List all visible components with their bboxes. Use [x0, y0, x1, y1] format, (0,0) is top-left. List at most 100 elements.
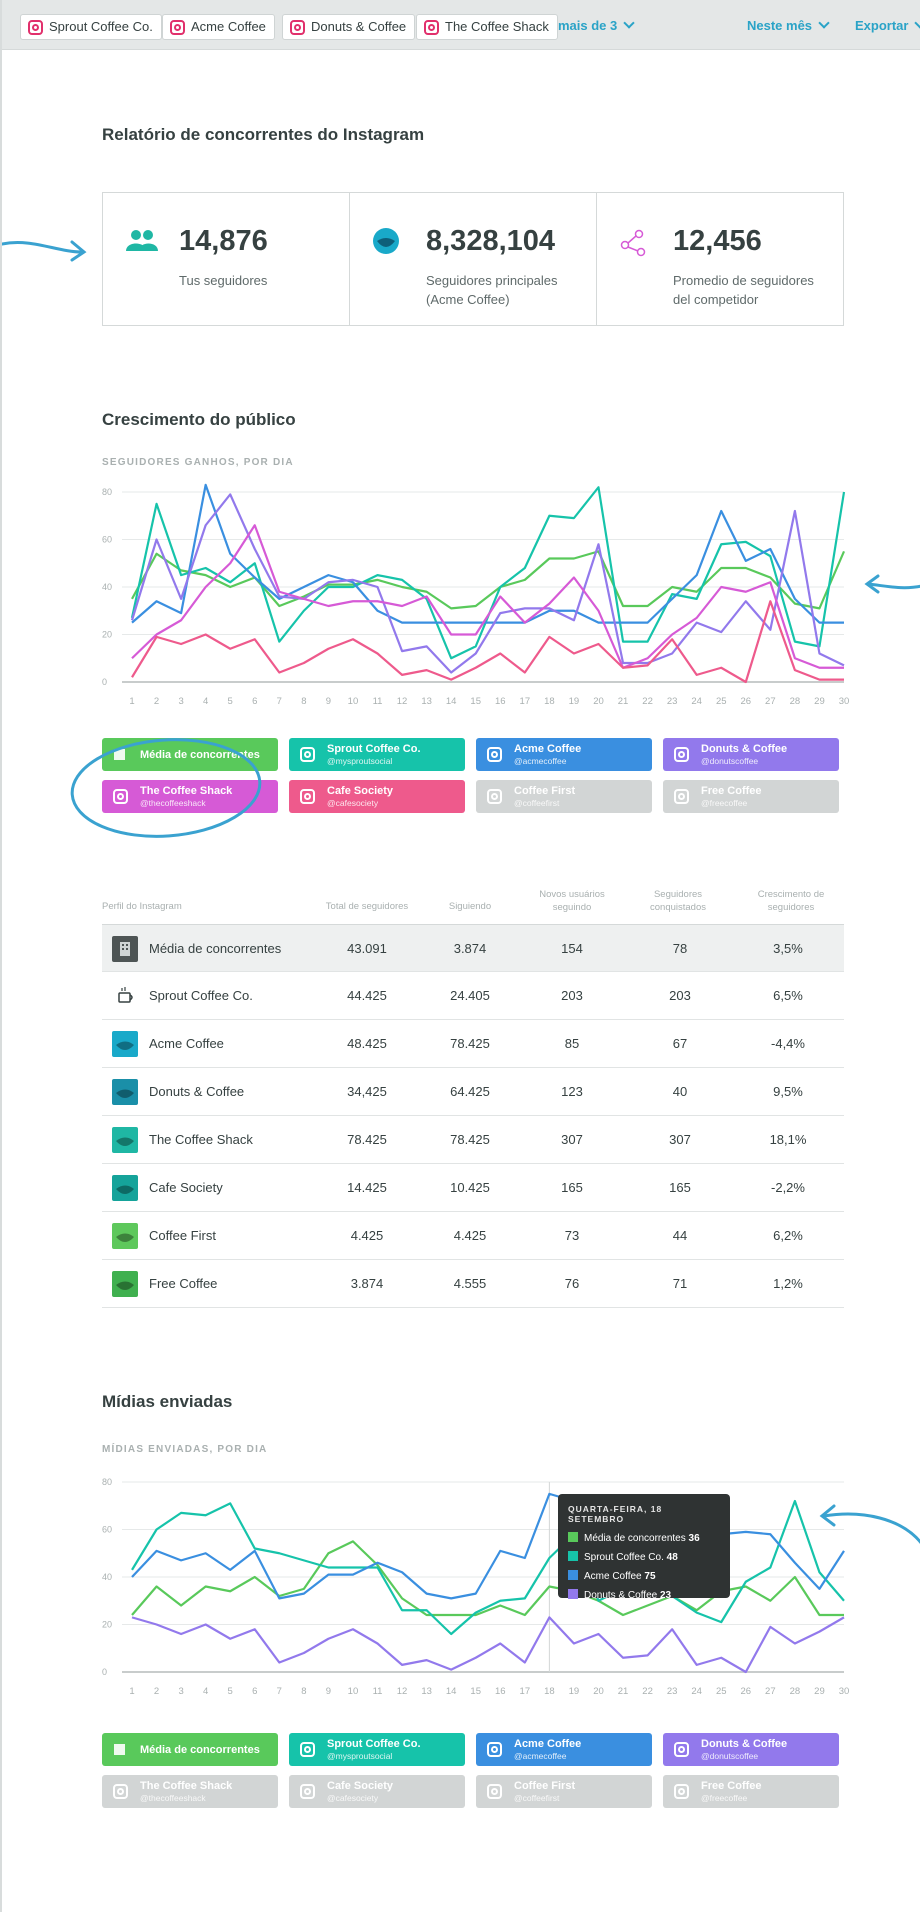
profile-avatar	[112, 1271, 138, 1297]
legend-toggle-acme-coffee[interactable]: Acme Coffee @acmecoffee	[476, 1733, 652, 1766]
media-line-chart: 0204060801 2 3 4 5 6 7 8 9 10 11 12 13 14 15 16 17 18 19 20…	[102, 1477, 849, 1697]
instagram-icon	[170, 20, 185, 35]
growth-title: Crescimento do público	[102, 410, 296, 429]
x-tick-label: 25	[716, 1686, 727, 1697]
profile-chip-sprout[interactable]: Sprout Coffee Co.	[20, 14, 162, 40]
table-row[interactable]: Cafe Society 14.425 10.425 165 165 -2,2%	[102, 1164, 844, 1212]
x-tick-label: 23	[667, 696, 678, 707]
profile-chip-acme[interactable]: Acme Coffee	[162, 14, 275, 40]
cell-total: 78.425	[347, 1132, 387, 1147]
legend-handle: @acmecoffee	[514, 1751, 567, 1761]
x-tick-label: 23	[667, 1686, 678, 1697]
cell-total: 48.425	[347, 1036, 387, 1051]
instagram-icon	[113, 1784, 128, 1799]
cell-following: 24.405	[450, 988, 490, 1003]
chevron-down-icon	[818, 17, 830, 29]
x-tick-label: 28	[790, 696, 801, 707]
x-tick-label: 13	[421, 1686, 432, 1697]
date-range-label: Neste mês	[747, 18, 813, 33]
column-header: Crescimento de seguidores	[757, 889, 825, 913]
tooltip-label: Acme Coffee	[584, 1571, 642, 1582]
series-line-m-dia-de-concorrentes[interactable]	[131, 550, 846, 610]
series-line-acme-coffee[interactable]	[131, 1492, 845, 1600]
chevron-down-icon	[914, 17, 920, 29]
legend-toggle-sprout-coffee-co-[interactable]: Sprout Coffee Co. @mysproutsocial	[289, 1733, 465, 1766]
legend-toggle-cafe-society[interactable]: Cafe Society @cafesociety	[289, 780, 465, 813]
x-tick-label: 21	[618, 696, 629, 707]
cell-total: 44.425	[347, 988, 387, 1003]
more-profiles-label: mais de 3	[558, 18, 618, 33]
cell-gained: 307	[669, 1132, 691, 1147]
profile-name: Coffee First	[149, 1228, 216, 1243]
x-tick-label: 4	[203, 1686, 208, 1697]
x-tick-label: 15	[470, 696, 481, 707]
cell-following: 64.425	[450, 1084, 490, 1099]
legend-name: The Coffee Shack	[140, 1780, 233, 1792]
legend-toggle-m-dia-de-concorrentes[interactable]: Média de concorrentes	[102, 1733, 278, 1766]
legend-toggle-the-coffee-shack[interactable]: The Coffee Shack @thecoffeeshack	[102, 1775, 278, 1808]
legend-handle: @freecoffee	[701, 798, 748, 808]
legend-handle: @coffeefirst	[514, 1793, 560, 1803]
series-line-sprout-coffee-co-[interactable]	[131, 1499, 845, 1636]
instagram-icon	[674, 789, 689, 804]
tooltip-date: QUARTA-FEIRA, 18 SETEMBRO	[568, 1504, 663, 1524]
series-line-acme-coffee[interactable]	[131, 483, 844, 624]
date-range-dropdown[interactable]: Neste mês	[747, 17, 830, 33]
tooltip-value: 23	[659, 1590, 672, 1601]
table-row[interactable]: Coffee First 4.425 4.425 73 44 6,2%	[102, 1212, 844, 1260]
legend-toggle-coffee-first[interactable]: Coffee First @coffeefirst	[476, 1775, 652, 1808]
cell-following: 78.425	[450, 1036, 490, 1051]
legend-handle: @freecoffee	[701, 1793, 748, 1803]
series-line-donuts-coffee[interactable]	[131, 1616, 845, 1674]
table-row[interactable]: Donuts & Coffee 34,425 64.425 123 40 9,5%	[102, 1068, 844, 1116]
legend-toggle-donuts-coffee[interactable]: Donuts & Coffee @donutscoffee	[663, 738, 839, 771]
legend-toggle-sprout-coffee-co-[interactable]: Sprout Coffee Co. @mysproutsocial	[289, 738, 465, 771]
legend-handle: @donutscoffee	[701, 1751, 759, 1761]
table-row[interactable]: Média de concorrentes 43.091 3.874 154 78 3,5…	[102, 924, 844, 972]
export-dropdown[interactable]: Exportar	[855, 17, 920, 33]
series-line-m-dia-de-concorrentes[interactable]	[131, 1540, 844, 1617]
x-tick-label: 24	[691, 1686, 702, 1697]
legend-toggle-free-coffee[interactable]: Free Coffee @freecoffee	[663, 1775, 839, 1808]
y-tick-label: 60	[102, 535, 112, 545]
filter-bar: Sprout Coffee Co. Acme Coffee Donuts & C…	[2, 0, 920, 50]
table-row[interactable]: Sprout Coffee Co. 44.425 24.405 203 203 6,5%	[102, 972, 844, 1020]
instagram-icon	[487, 789, 502, 804]
x-tick-label: 28	[790, 1686, 801, 1697]
x-tick-label: 25	[716, 696, 727, 707]
media-title: Mídias enviadas	[102, 1392, 233, 1411]
profile-chip-coffee-shack[interactable]: The Coffee Shack	[416, 14, 558, 40]
y-tick-label: 60	[102, 1525, 112, 1535]
legend-toggle-free-coffee[interactable]: Free Coffee @freecoffee	[663, 780, 839, 813]
cell-new-following: 73	[564, 1228, 580, 1243]
network-icon	[620, 229, 646, 257]
cell-new-following: 203	[561, 988, 583, 1003]
annotation-arrow-right-icon	[864, 574, 920, 594]
legend-toggle-cafe-society[interactable]: Cafe Society @cafesociety	[289, 1775, 465, 1808]
profile-avatar	[112, 1223, 138, 1249]
legend-toggle-coffee-first[interactable]: Coffee First @coffeefirst	[476, 780, 652, 813]
legend-toggle-donuts-coffee[interactable]: Donuts & Coffee @donutscoffee	[663, 1733, 839, 1766]
legend-handle: @donutscoffee	[701, 756, 759, 766]
table-row[interactable]: The Coffee Shack 78.425 78.425 307 307 18,1%	[102, 1116, 844, 1164]
stat-value: 8,328,104	[426, 225, 556, 257]
table-row[interactable]: Free Coffee 3.874 4.555 76 71 1,2%	[102, 1260, 844, 1308]
tooltip-value: 75	[644, 1571, 656, 1582]
cell-growth: 1,2%	[773, 1276, 803, 1291]
x-tick-label: 3	[178, 1686, 183, 1697]
more-profiles-dropdown[interactable]: mais de 3	[558, 17, 635, 33]
legend-name: Média de concorrentes	[140, 1744, 260, 1756]
profile-chip-label: Sprout Coffee Co.	[49, 19, 153, 34]
profile-chip-donuts[interactable]: Donuts & Coffee	[282, 14, 416, 40]
x-tick-label: 11	[373, 1686, 383, 1697]
instagram-icon	[300, 1742, 315, 1757]
cell-following: 3.874	[453, 941, 487, 956]
x-tick-label: 27	[765, 696, 776, 707]
profile-chip-label: Acme Coffee	[191, 19, 266, 34]
cell-following: 4.425	[453, 1228, 487, 1243]
table-row[interactable]: Acme Coffee 48.425 78.425 85 67 -4,4%	[102, 1020, 844, 1068]
stat-top-followers: 8,328,104 Seguidores principales (Acme Co…	[350, 193, 597, 325]
x-tick-label: 14	[446, 1686, 457, 1697]
tooltip-label: Média de concorrentes	[584, 1533, 686, 1544]
legend-toggle-acme-coffee[interactable]: Acme Coffee @acmecoffee	[476, 738, 652, 771]
